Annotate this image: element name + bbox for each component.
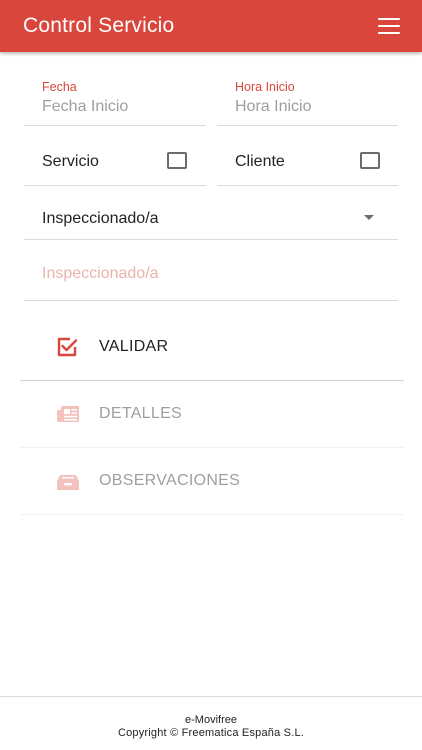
cliente-label: Cliente bbox=[235, 153, 285, 170]
inspeccionado-select-value: Inspeccionado/a bbox=[42, 210, 159, 227]
inspeccionado-field[interactable] bbox=[24, 249, 398, 301]
detalles-label: DETALLES bbox=[99, 405, 183, 422]
cliente-checkbox[interactable] bbox=[360, 152, 380, 169]
fecha-input[interactable] bbox=[42, 98, 192, 116]
fecha-label: Fecha bbox=[42, 80, 77, 94]
inbox-tray-icon bbox=[57, 475, 79, 490]
observaciones-label: OBSERVACIONES bbox=[99, 472, 241, 489]
footer-app-name: e-Movifree bbox=[185, 714, 237, 726]
inspeccionado-input[interactable] bbox=[42, 265, 372, 283]
fecha-field[interactable]: Fecha bbox=[24, 76, 206, 126]
servicio-label: Servicio bbox=[42, 153, 99, 170]
footer: e-Movifree Copyright © Freematica España… bbox=[0, 696, 422, 750]
cliente-row: Cliente bbox=[217, 136, 398, 186]
hora-field[interactable]: Hora Inicio bbox=[217, 76, 398, 126]
servicio-row: Servicio bbox=[24, 136, 206, 186]
footer-copyright: Copyright © Freematica España S.L. bbox=[117, 727, 305, 739]
app-bar: Control Servicio bbox=[0, 0, 422, 52]
detalles-button[interactable]: DETALLES bbox=[20, 381, 404, 448]
observaciones-button[interactable]: OBSERVACIONES bbox=[20, 448, 404, 515]
page-title: Control Servicio bbox=[23, 14, 175, 37]
hora-input[interactable] bbox=[235, 98, 385, 116]
servicio-checkbox[interactable] bbox=[167, 152, 187, 169]
validar-button[interactable]: VALIDAR bbox=[20, 314, 404, 381]
hora-label: Hora Inicio bbox=[235, 80, 295, 94]
hamburger-menu-icon[interactable] bbox=[378, 18, 400, 34]
inspeccionado-select[interactable]: Inspeccionado/a bbox=[24, 192, 398, 240]
checkbox-checked-icon bbox=[57, 337, 78, 357]
validar-label: VALIDAR bbox=[99, 338, 169, 355]
dropdown-caret-icon bbox=[364, 215, 374, 220]
newspaper-icon bbox=[57, 406, 79, 422]
